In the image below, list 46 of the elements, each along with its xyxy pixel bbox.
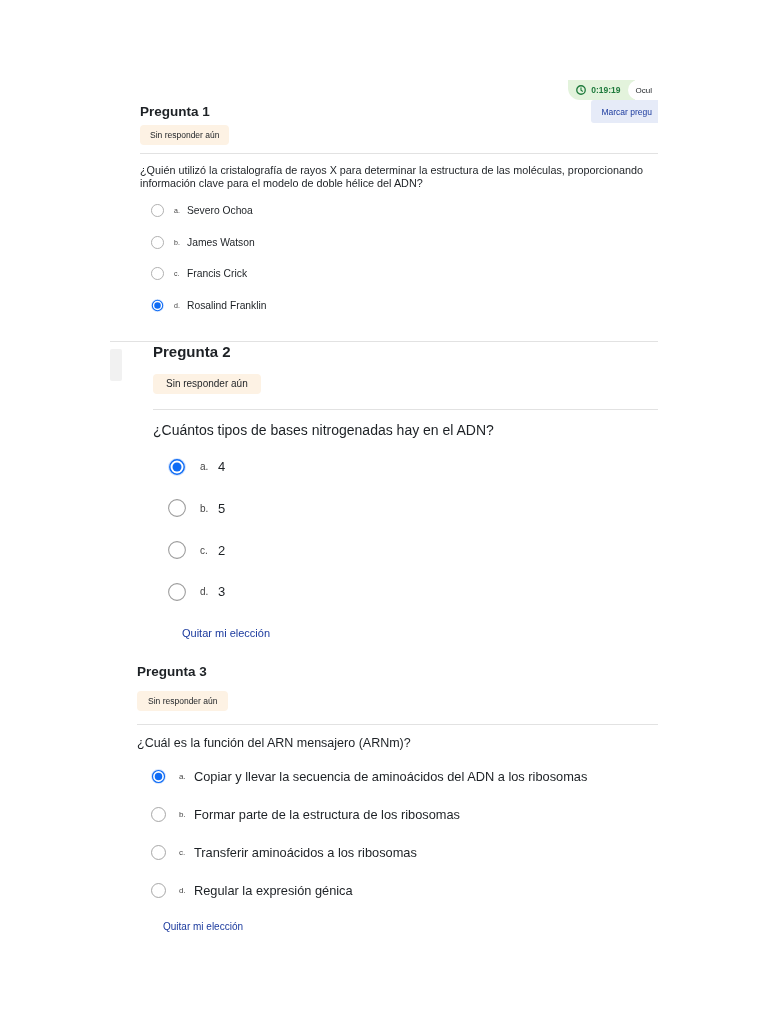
option-label: 3 [218, 584, 226, 600]
timer-text: 0:19:19 [591, 85, 621, 95]
status-badge: Sin responder aún [137, 690, 229, 711]
clear-choice-link[interactable]: Quitar mi elección [163, 919, 244, 934]
option-label: Copiar y llevar la secuencia de aminoácidos del ADN a los ribosomas [194, 769, 588, 785]
radio-button[interactable] [151, 807, 166, 823]
option-letter: c. [179, 848, 187, 858]
radio-button[interactable] [151, 267, 164, 281]
status-badge: Sin responder aún [140, 125, 230, 145]
option-label: Severo Ochoa [187, 205, 253, 217]
question-text: ¿Cuál es la función del ARN mensajero (ARNm)? [137, 734, 412, 751]
status-badge: Sin responder aún [153, 374, 261, 394]
question-title: Pregunta 1 [140, 104, 210, 119]
option-letter: b. [200, 503, 210, 514]
option-label: Regular la expresión génica [194, 883, 353, 899]
radio-button[interactable] [151, 845, 166, 861]
option-label: James Watson [187, 236, 255, 248]
option-label: Francis Crick [187, 268, 248, 280]
option-letter: a. [179, 772, 187, 782]
option-letter: b. [179, 810, 187, 820]
radio-button[interactable] [168, 457, 186, 476]
radio-button[interactable] [151, 769, 166, 785]
option-label: Formar parte de la estructura de los ribosomas [194, 807, 460, 823]
option-label: Transferir aminoácidos a los ribosomas [194, 845, 417, 861]
radio-button[interactable] [168, 499, 186, 518]
option-letter: d. [179, 886, 187, 896]
option-label: 2 [218, 542, 226, 558]
option-letter: a. [200, 461, 210, 473]
option-label: 5 [218, 501, 226, 516]
option-letter: c. [200, 544, 209, 556]
option-letter: d. [200, 586, 210, 598]
radio-button[interactable] [151, 883, 166, 899]
radio-button[interactable] [168, 582, 186, 601]
question-text: ¿Cuántos tipos de bases nitrogenadas hay en el ADN? [153, 421, 495, 439]
clear-choice-link[interactable]: Quitar mi elección [182, 624, 271, 641]
radio-button[interactable] [151, 235, 164, 249]
radio-button[interactable] [151, 298, 164, 312]
radio-button[interactable] [151, 204, 164, 218]
question-text: ¿Quién utilizó la cristalografía de rayos X para determinar la estructura de las moléculas, proporcionando información clave para el modelo de doble hélice del ADN? [140, 164, 644, 190]
option-label: Rosalind Franklin [187, 299, 267, 311]
question-title: Pregunta 2 [153, 342, 231, 362]
flag-question-button[interactable]: Marcar pregu [591, 100, 658, 123]
question-title: Pregunta 3 [137, 662, 207, 681]
option-label: 4 [218, 459, 226, 475]
radio-button[interactable] [168, 541, 186, 560]
clock-icon [576, 85, 587, 95]
